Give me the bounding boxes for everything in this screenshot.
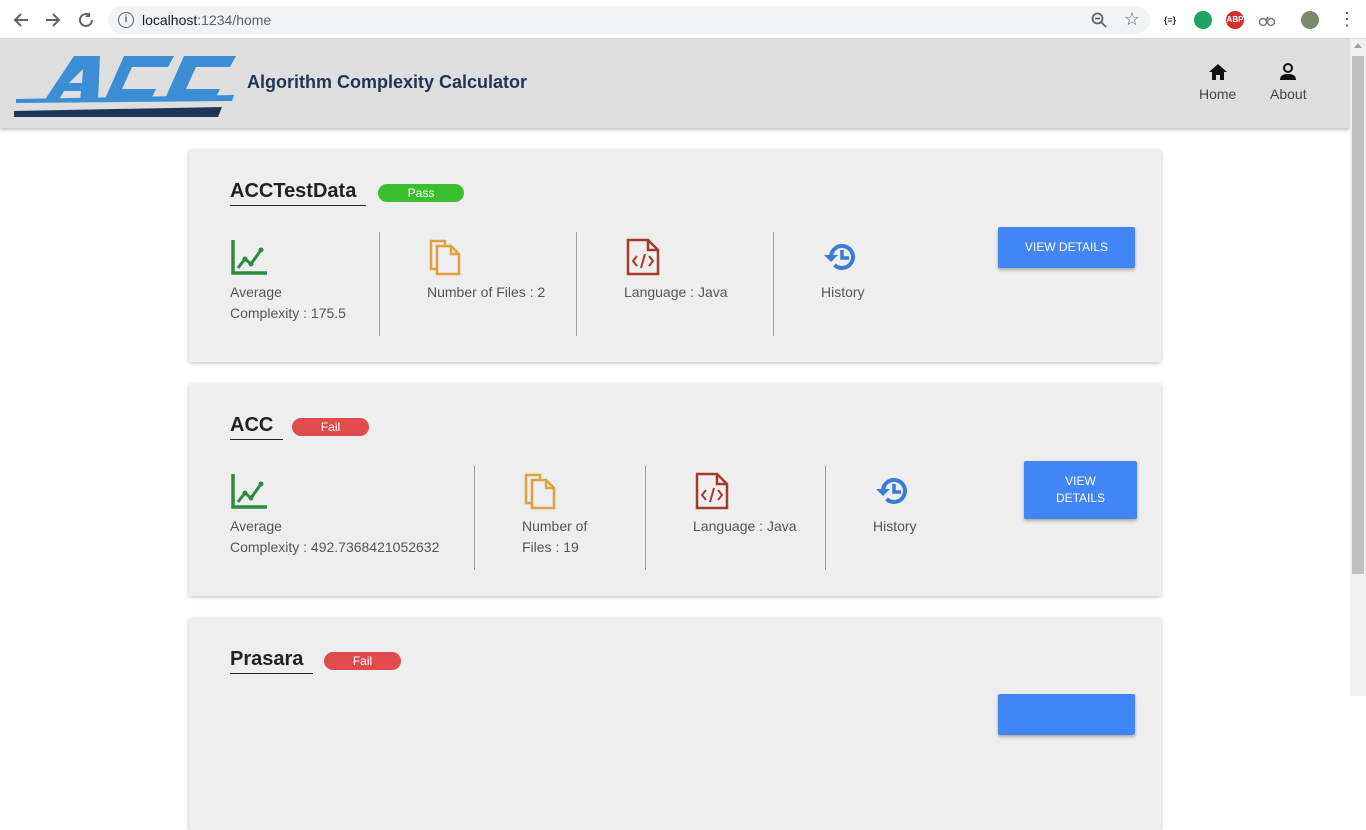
extension-icon[interactable] — [1258, 11, 1276, 29]
average-complexity-stat: Average Complexity : 175.5 — [230, 238, 346, 324]
more-menu-icon[interactable]: ⋮ — [1338, 8, 1356, 30]
hangouts-extension-icon[interactable] — [1194, 11, 1212, 29]
user-icon — [1280, 63, 1297, 80]
scrollbar-thumb[interactable] — [1352, 56, 1364, 574]
language-stat: Language : Java — [624, 238, 728, 303]
nav-home[interactable]: Home — [1199, 63, 1236, 102]
history-stat[interactable]: History — [873, 472, 917, 537]
home-icon — [1208, 64, 1227, 80]
divider — [773, 232, 774, 336]
app-title: Algorithm Complexity Calculator — [247, 72, 528, 92]
history-stat[interactable]: History — [821, 238, 865, 303]
scroll-up-arrow-icon[interactable] — [1354, 43, 1362, 48]
nav-about-label: About — [1270, 86, 1307, 102]
project-title[interactable]: ACCTestData — [230, 180, 367, 206]
nav-about[interactable]: About — [1270, 63, 1307, 102]
complexity-label: Average — [230, 518, 282, 534]
divider — [379, 232, 380, 336]
project-title[interactable]: Prasara — [230, 648, 314, 674]
complexity-value: Complexity : 175.5 — [230, 305, 346, 321]
complexity-value: Complexity : 492.7368421052632 — [230, 539, 440, 555]
files-label: Number of — [522, 518, 588, 534]
code-file-icon — [695, 472, 729, 510]
project-title[interactable]: ACC — [230, 414, 284, 440]
acc-logo[interactable] — [14, 51, 238, 117]
browser-toolbar: i localhost:1234/home ☆ {≡} ABP ⋮ — [0, 0, 1366, 39]
number-of-files-stat: Number of Files : 19 — [522, 472, 587, 558]
line-chart-icon — [231, 240, 267, 275]
status-badge: Fail — [324, 652, 401, 670]
history-label[interactable]: History — [821, 282, 865, 303]
view-details-label: VIEW — [1065, 474, 1096, 488]
address-bar[interactable]: i localhost:1234/home ☆ — [108, 6, 1150, 34]
history-label[interactable]: History — [873, 516, 917, 537]
files-icon — [429, 239, 461, 276]
status-badge: Fail — [292, 418, 369, 436]
divider — [645, 466, 646, 570]
forward-arrow-icon[interactable] — [42, 9, 64, 31]
divider — [825, 466, 826, 570]
reload-icon[interactable] — [75, 9, 97, 31]
language-stat: Language : Java — [693, 472, 797, 537]
project-card: ACC Fail Average Complexity : 492.736842… — [189, 384, 1161, 596]
divider — [474, 466, 475, 570]
number-of-files-stat: Number of Files : 2 — [427, 238, 545, 303]
history-icon[interactable] — [873, 472, 911, 510]
zoom-icon[interactable] — [1090, 11, 1108, 29]
language-label: Language : Java — [624, 284, 728, 300]
files-value: Files : 19 — [522, 539, 579, 555]
view-details-button[interactable] — [998, 694, 1135, 735]
view-details-button[interactable]: VIEW DETAILS — [998, 227, 1135, 268]
project-card: ACCTestData Pass Average Complexity : 17… — [189, 150, 1161, 362]
back-arrow-icon[interactable] — [10, 9, 32, 31]
project-card: Prasara Fail — [189, 618, 1161, 830]
profile-avatar[interactable] — [1301, 11, 1319, 29]
bookmark-star-icon[interactable]: ☆ — [1124, 9, 1140, 30]
view-details-label: VIEW DETAILS — [1024, 240, 1109, 254]
adblock-extension-icon[interactable]: ABP — [1226, 11, 1244, 29]
nav-home-label: Home — [1199, 86, 1237, 102]
view-details-label: DETAILS — [1055, 491, 1106, 505]
status-badge: Pass — [378, 184, 464, 202]
divider — [576, 232, 577, 336]
view-details-button[interactable]: VIEW DETAILS — [1024, 461, 1137, 519]
files-label: Number of Files : 2 — [427, 284, 546, 300]
page-scrollbar[interactable] — [1350, 39, 1366, 696]
complexity-label: Average — [230, 284, 282, 300]
url-text[interactable]: localhost:1234/home — [142, 12, 271, 28]
json-extension-icon[interactable]: {≡} — [1161, 11, 1179, 29]
line-chart-icon — [231, 474, 267, 509]
files-icon — [524, 473, 556, 510]
history-icon[interactable] — [821, 238, 859, 276]
average-complexity-stat: Average Complexity : 492.7368421052632 — [230, 472, 439, 558]
language-label: Language : Java — [693, 518, 797, 534]
app-header: Algorithm Complexity Calculator Home Abo… — [0, 39, 1350, 128]
info-icon[interactable]: i — [118, 12, 134, 28]
code-file-icon — [626, 238, 660, 276]
